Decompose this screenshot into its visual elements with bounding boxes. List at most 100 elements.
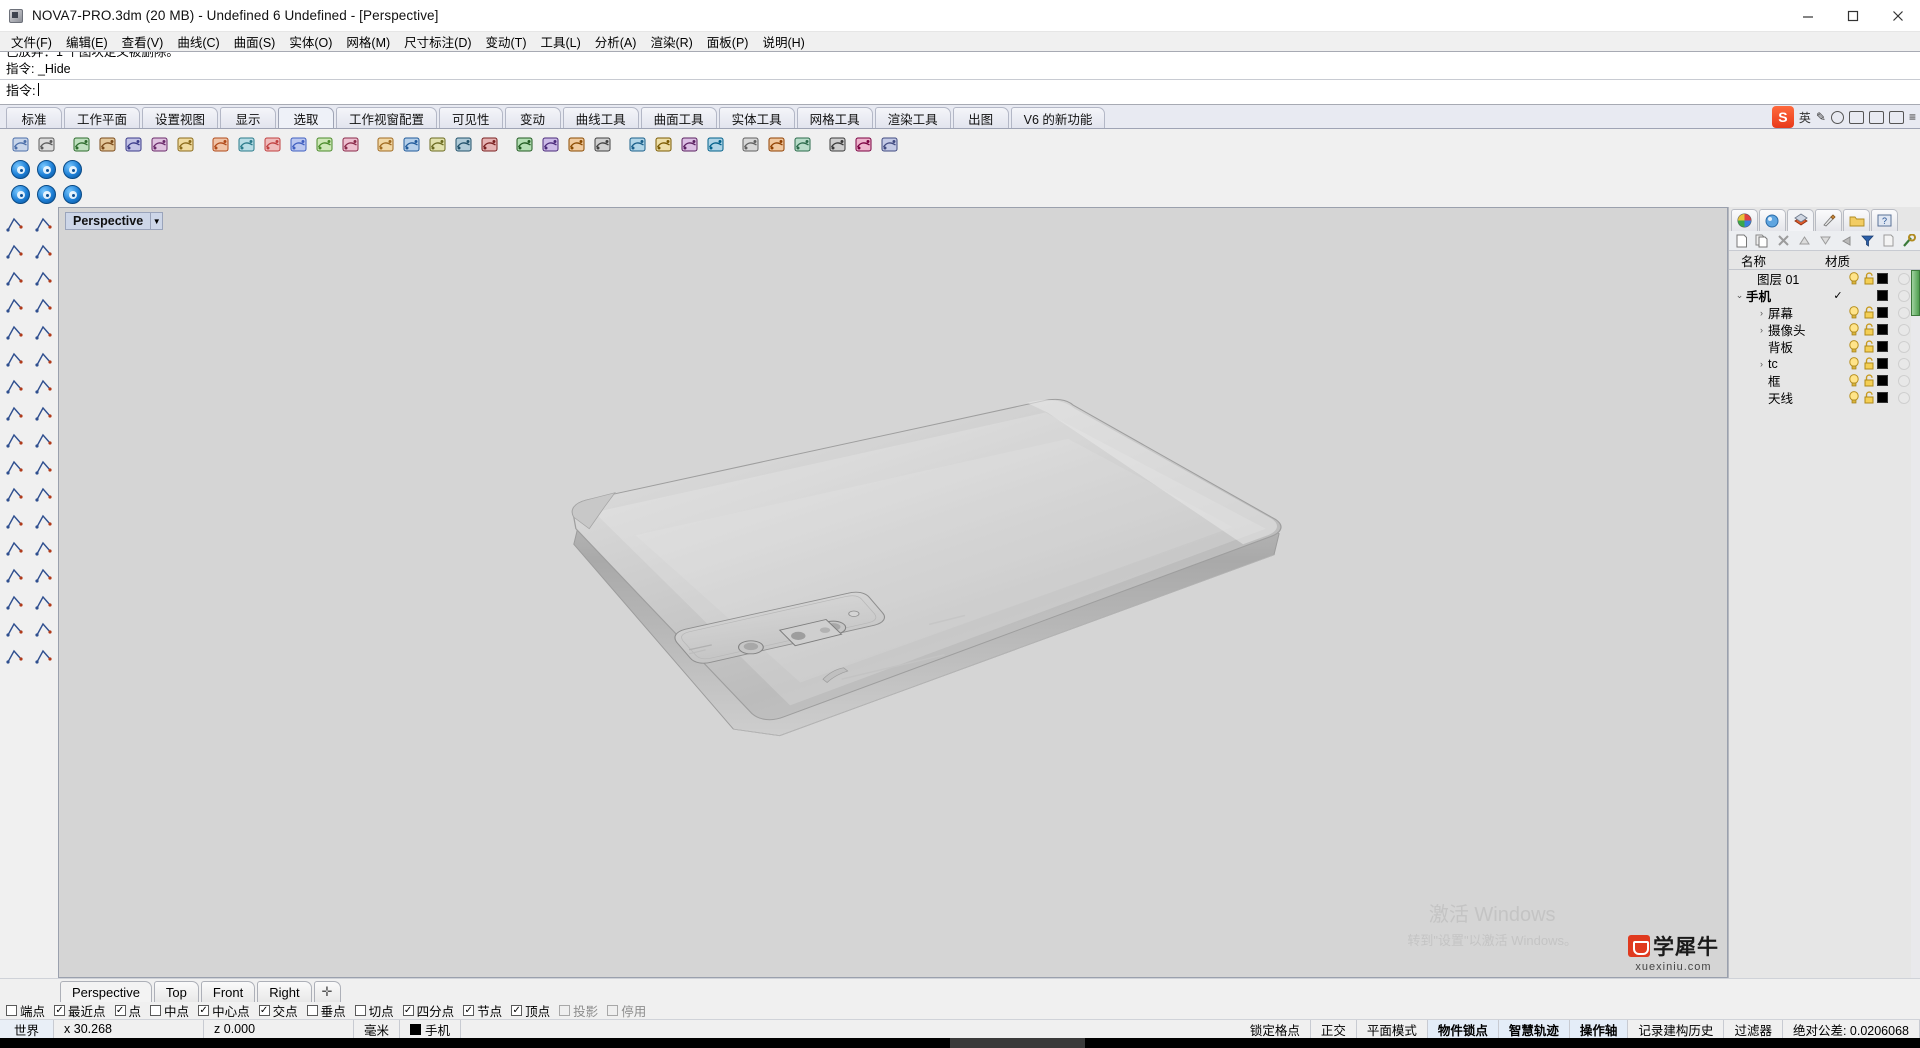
layer-color-swatch[interactable] <box>1877 273 1888 284</box>
sogou-ime-logo[interactable]: S <box>1771 106 1794 128</box>
microphone-icon[interactable] <box>1830 110 1844 124</box>
layer-lock-icon[interactable] <box>1861 272 1877 285</box>
boolean-union-icon[interactable] <box>0 373 29 400</box>
toolbar-mat-icon[interactable] <box>851 133 875 156</box>
layer-lock-icon[interactable] <box>1861 357 1877 370</box>
layer-color-swatch[interactable] <box>1877 358 1888 369</box>
layer-row[interactable]: › tc <box>1729 355 1920 372</box>
select-curves-icon[interactable] <box>37 185 56 204</box>
circle-icon[interactable] <box>29 265 58 292</box>
chevron-down-icon[interactable]: ▼ <box>151 212 164 230</box>
help-tab[interactable]: ? <box>1871 209 1898 231</box>
trim-icon[interactable] <box>0 481 29 508</box>
tab-visibility[interactable]: 可见性 <box>439 107 503 128</box>
copy-layer-button[interactable] <box>1752 232 1772 250</box>
osnap-投影[interactable]: 投影 <box>559 1001 598 1020</box>
status-绝对公差: 0.0206068[interactable]: 绝对公差: 0.0206068 <box>1783 1019 1920 1039</box>
revolve-icon[interactable] <box>29 346 58 373</box>
rotate-icon[interactable] <box>29 562 58 589</box>
layer-row[interactable]: 天线 <box>1729 389 1920 406</box>
osnap-切点[interactable]: 切点 <box>354 1001 394 1020</box>
toolbar-dots-icon[interactable] <box>34 133 58 156</box>
layer-row[interactable]: ⌄ 手机 ✓ <box>1729 287 1920 304</box>
layer-color-swatch[interactable] <box>1877 324 1888 335</box>
move-up-button[interactable] <box>1794 232 1814 250</box>
tools-button[interactable] <box>1899 232 1919 250</box>
layer-color-swatch[interactable] <box>1877 392 1888 403</box>
layer-twisty-icon[interactable]: › <box>1755 308 1768 318</box>
select-surfaces-icon[interactable] <box>63 185 82 204</box>
status-智慧轨迹[interactable]: 智慧轨迹 <box>1498 1019 1570 1039</box>
split-icon[interactable] <box>29 481 58 508</box>
toolbox-icon[interactable] <box>1868 110 1884 124</box>
toolbar-mirror-icon[interactable] <box>451 133 475 156</box>
tab-viewport-layout[interactable]: 工作视窗配置 <box>336 107 438 128</box>
viewport-tab-top[interactable]: Top <box>153 981 199 1002</box>
mesh-from-srf-icon[interactable] <box>0 427 29 454</box>
keyboard-icon[interactable] <box>1848 110 1864 124</box>
layer-material-cell[interactable] <box>1888 323 1920 336</box>
toolbar-block-icon[interactable] <box>877 133 901 156</box>
dimension-icon[interactable] <box>0 508 29 535</box>
toolbar-hatch-icon[interactable] <box>764 133 788 156</box>
osnap-节点[interactable]: ✓ 节点 <box>463 1001 502 1020</box>
pen-icon[interactable]: ✎ <box>1816 110 1826 124</box>
status-current-layer[interactable]: 手机 <box>400 1019 462 1039</box>
delete-layer-button[interactable] <box>1773 232 1793 250</box>
osnap-checkbox[interactable] <box>607 1005 619 1016</box>
command-input-row[interactable]: 指令: <box>0 79 1920 98</box>
layer-visibility-icon[interactable] <box>1846 391 1861 404</box>
toolbar-patch-icon[interactable] <box>312 133 336 156</box>
tab-select[interactable]: 选取 <box>278 107 335 128</box>
layer-material-cell[interactable] <box>1888 374 1920 387</box>
new-layer-button[interactable] <box>1731 232 1751 250</box>
arc-icon[interactable] <box>0 265 29 292</box>
move-down-button[interactable] <box>1815 232 1835 250</box>
menu-surface[interactable]: 曲面(S) <box>227 31 283 53</box>
osnap-checkbox[interactable]: ✓ <box>258 1005 270 1016</box>
layers-tab[interactable] <box>1787 209 1814 231</box>
tab-render-tools[interactable]: 渲染工具 <box>874 107 951 128</box>
layer-twisty-icon[interactable]: › <box>1755 325 1768 335</box>
line-icon[interactable] <box>0 238 29 265</box>
boolean-diff-icon[interactable] <box>29 373 58 400</box>
layer-color-swatch[interactable] <box>1877 341 1888 352</box>
toolbar-cap-icon[interactable] <box>512 133 536 156</box>
osnap-中点[interactable]: 中点 <box>150 1001 189 1020</box>
cart-icon[interactable] <box>1888 110 1904 124</box>
tab-standard[interactable]: 标准 <box>6 107 62 128</box>
solid-box-icon[interactable] <box>0 400 29 427</box>
osnap-端点[interactable]: 端点 <box>6 1001 45 1020</box>
layer-visibility-icon[interactable] <box>1846 272 1861 285</box>
toolbar-split-icon[interactable] <box>338 133 362 156</box>
properties-tab[interactable] <box>1731 209 1758 231</box>
layer-material-cell[interactable] <box>1888 391 1920 404</box>
status-正交[interactable]: 正交 <box>1311 1019 1357 1039</box>
viewport-title[interactable]: Perspective ▼ <box>65 212 164 230</box>
toolbar-light-icon[interactable] <box>825 133 849 156</box>
select-points-icon[interactable] <box>11 185 30 204</box>
tab-cplane[interactable]: 工作平面 <box>64 107 141 128</box>
menu-transform[interactable]: 变动(T) <box>479 31 534 53</box>
layer-lock-icon[interactable] <box>1861 391 1877 404</box>
status-物件锁点[interactable]: 物件锁点 <box>1427 1019 1499 1039</box>
toolbar-shell-icon[interactable] <box>564 133 588 156</box>
status-记录建构历史[interactable]: 记录建构历史 <box>1628 1019 1725 1039</box>
menu-mesh[interactable]: 网格(M) <box>339 31 397 53</box>
toolbar-array-icon[interactable] <box>425 133 449 156</box>
toolbar-rail-icon[interactable] <box>286 133 310 156</box>
text-icon[interactable] <box>29 508 58 535</box>
layer-material-cell[interactable] <box>1888 357 1920 370</box>
toolbar-sweep-icon[interactable] <box>173 133 197 156</box>
osnap-checkbox[interactable]: ✓ <box>511 1005 523 1016</box>
menu-curve[interactable]: 曲线(C) <box>170 31 226 53</box>
status-units[interactable]: 毫米 <box>354 1019 401 1039</box>
ime-mode-label[interactable]: 英 <box>1799 109 1811 126</box>
surface-edge-icon[interactable] <box>0 319 29 346</box>
tab-whats-new-v6[interactable]: V6 的新功能 <box>1010 107 1106 128</box>
toolbar-fillet-icon[interactable] <box>373 133 397 156</box>
layer-visibility-icon[interactable] <box>1846 374 1861 387</box>
osnap-checkbox[interactable]: ✓ <box>198 1005 210 1016</box>
surface-loft-icon[interactable] <box>29 319 58 346</box>
status-操作轴[interactable]: 操作轴 <box>1569 1019 1629 1039</box>
